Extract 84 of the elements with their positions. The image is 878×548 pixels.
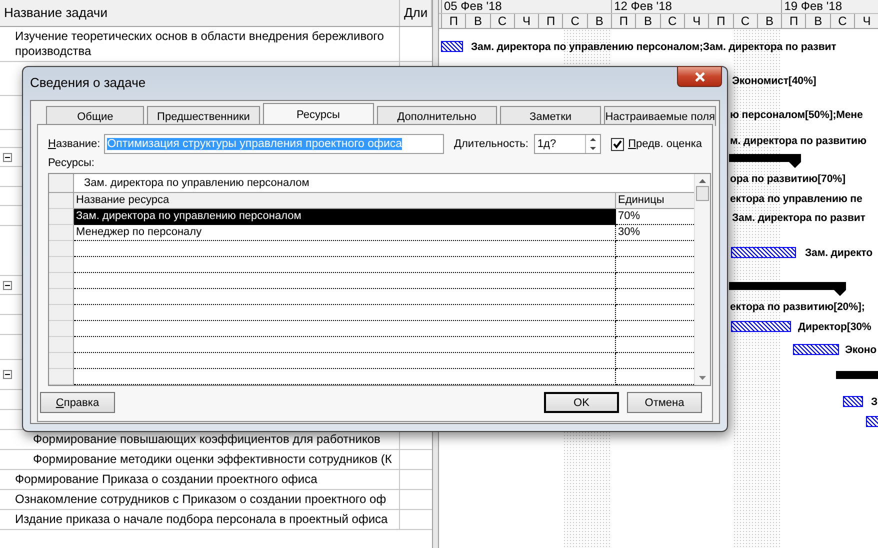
day-label: В <box>635 14 660 28</box>
table-cell[interactable] <box>74 321 616 337</box>
resource-label: ектора по управлению пе <box>730 192 862 204</box>
resource-label: Экономист[40%] <box>732 75 816 87</box>
estimate-checkbox[interactable] <box>611 138 624 150</box>
task-bar[interactable] <box>731 321 791 332</box>
table-cell[interactable] <box>74 241 616 257</box>
day-label: П <box>441 14 466 28</box>
task-name: Изучение теоретических основ в области внедрения бережливого производства <box>15 29 385 59</box>
field-label: Название: <box>48 138 100 150</box>
resource-label: ора по развитию[70%] <box>730 173 846 185</box>
task-name: Формирование повышающих коэффициентов для работников <box>33 432 380 447</box>
scroll-up-icon[interactable] <box>698 178 707 184</box>
scroll-thumb[interactable] <box>696 186 709 201</box>
resource-label: Зам. директо <box>805 247 872 259</box>
ok-button[interactable]: OK <box>544 392 619 413</box>
resource-label: З <box>871 396 878 408</box>
summary-bar[interactable] <box>729 154 801 168</box>
column-header: Дли <box>400 0 432 26</box>
tab[interactable]: Заметки <box>500 106 602 126</box>
close-icon <box>694 72 706 82</box>
tab[interactable]: Общие <box>46 106 144 126</box>
day-label: П <box>611 14 636 28</box>
task-name: Издание приказа о начале подбора персонала в проектный офиса <box>15 512 388 527</box>
day-label: Ч <box>854 14 878 28</box>
checkbox-label: Предв. оценка <box>628 138 702 150</box>
edit-field[interactable]: Зам. директора по управлению персоналом <box>74 174 310 192</box>
resource-label: м. директора по развитию <box>730 135 866 147</box>
day-label: В <box>756 14 782 28</box>
table-cell[interactable] <box>74 305 616 321</box>
task-bar[interactable] <box>843 396 863 407</box>
day-label: В <box>465 14 490 28</box>
tab[interactable]: Ресурсы <box>262 103 374 126</box>
table-cell[interactable]: Менеджер по персоналу <box>74 225 616 241</box>
table-cell[interactable]: Зам. директора по управлению персоналом <box>74 209 616 225</box>
resource-label: Директор[30% <box>798 321 872 333</box>
day-label: Ч <box>514 14 538 28</box>
day-label: П <box>538 14 562 28</box>
scroll-down-icon[interactable] <box>698 375 707 381</box>
tab[interactable]: Настраиваемые поля <box>604 106 716 126</box>
scrollbar[interactable] <box>694 174 710 385</box>
resource-label: Зам. директора по управлению персоналом;Зам. директора по развит <box>471 40 836 52</box>
task-bar[interactable] <box>731 247 796 258</box>
task-bar[interactable] <box>793 344 839 354</box>
table-cell[interactable] <box>74 257 616 273</box>
day-label: П <box>708 14 733 28</box>
summary-bar[interactable] <box>729 282 846 296</box>
day-label: С <box>660 14 684 28</box>
column-header: Название ресурса <box>74 193 616 209</box>
close-button[interactable] <box>677 66 722 87</box>
tab[interactable]: Предшественники <box>147 106 260 126</box>
dialog-title: Сведения о задаче <box>30 75 146 90</box>
day-label: С <box>830 14 854 28</box>
field-label: Длительность: <box>454 138 528 150</box>
day-label: С <box>732 14 757 28</box>
cancel-button[interactable]: Отмена <box>627 392 702 413</box>
resource-label: ектора по развитию[20%]; <box>730 301 865 313</box>
day-label: С <box>490 14 514 28</box>
day-label: Ч <box>684 14 708 28</box>
task-name: Формирование Приказа о создании проектного офиса <box>15 472 318 487</box>
tab[interactable]: Дополнительно <box>376 106 497 126</box>
table-cell[interactable] <box>74 369 616 385</box>
table-cell[interactable] <box>74 337 616 353</box>
day-label: С <box>562 14 587 28</box>
task-name: Ознакомление сотрудников с Приказом о создании проектного оф <box>15 492 386 507</box>
collapse-icon[interactable] <box>3 370 12 379</box>
table-cell[interactable] <box>74 289 616 305</box>
day-label: В <box>586 14 612 28</box>
resource-label: ю персоналом[50%];Мене <box>730 109 863 121</box>
table-cell[interactable] <box>74 353 616 369</box>
column-header: Название задачи <box>0 0 400 26</box>
task-name: Формирование методики оценки эффективности сотрудников (К <box>33 452 392 467</box>
collapse-icon[interactable] <box>3 280 12 290</box>
help-button[interactable]: Справка <box>40 392 115 413</box>
day-label: П <box>781 14 806 28</box>
column-header: Единицы <box>616 193 694 209</box>
task-bar[interactable] <box>441 40 463 52</box>
resource-label: Зам. директора по развит <box>732 212 866 224</box>
field-label: Ресурсы: <box>48 157 94 169</box>
duration-field[interactable]: 1д? <box>534 134 602 154</box>
table-cell[interactable] <box>74 273 616 289</box>
resource-label: Эконо <box>845 344 877 356</box>
day-label: В <box>805 14 830 28</box>
collapse-icon[interactable] <box>3 152 12 162</box>
